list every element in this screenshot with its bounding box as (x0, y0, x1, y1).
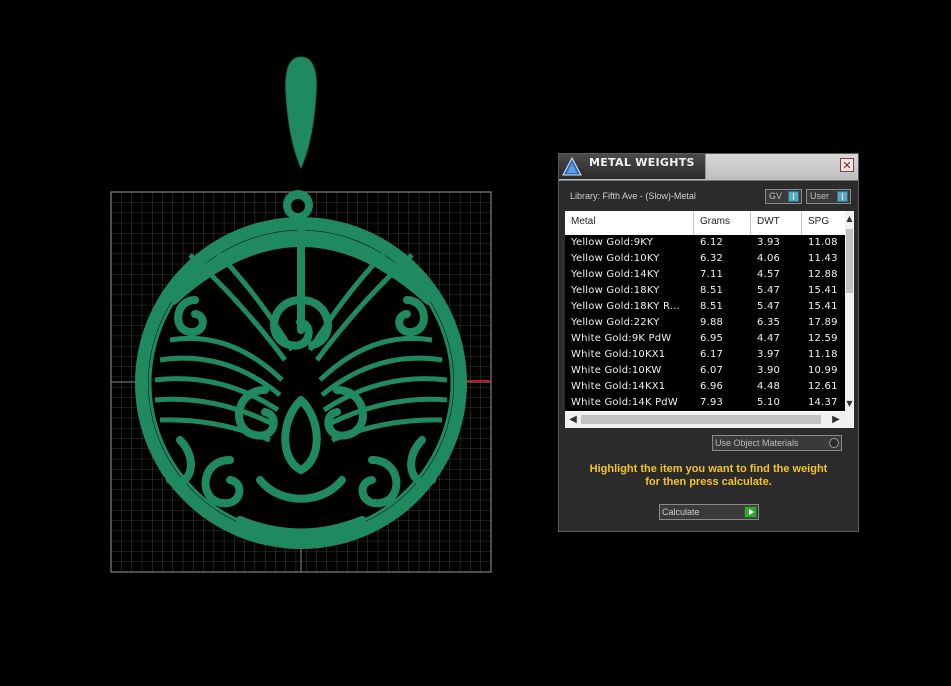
metal-cell: White Gold:14KX1 (571, 381, 666, 392)
grams-cell: 6.95 (700, 333, 724, 344)
dwt-cell: 6.35 (757, 317, 781, 328)
dwt-cell: 5.10 (757, 397, 781, 408)
horizontal-scrollbar[interactable]: ◀ ▶ (565, 412, 854, 428)
metal-cell: Yellow Gold:14KY (571, 269, 660, 280)
library-label: Library: Fifth Ave - (Slow)-Metal (570, 191, 696, 201)
spg-cell: 12.59 (808, 333, 838, 344)
spg-cell: 14.37 (808, 397, 838, 408)
metal-cell: White Gold:9K PdW (571, 333, 672, 344)
metal-cell: Yellow Gold:22KY (571, 317, 660, 328)
use-object-materials-label: Use Object Materials (715, 438, 799, 448)
dwt-cell: 5.47 (757, 301, 781, 312)
gv-dropdown[interactable]: GV (765, 189, 802, 204)
close-icon: ✕ (842, 159, 852, 172)
column-header-grams[interactable]: Grams (700, 216, 730, 227)
scroll-down-icon[interactable]: ▼ (845, 398, 854, 410)
calculate-button[interactable]: Calculate (659, 504, 759, 520)
spg-cell: 15.41 (808, 301, 838, 312)
user-label: User (810, 191, 830, 201)
metal-cell: Yellow Gold:10KY (571, 253, 660, 264)
radio-icon[interactable] (829, 438, 839, 448)
use-object-materials-toggle[interactable]: Use Object Materials (712, 435, 842, 451)
instruction-line-1: Highlight the item you want to find the … (589, 463, 828, 475)
calculate-label: Calculate (662, 507, 700, 517)
scroll-up-icon[interactable]: ▲ (845, 213, 854, 225)
horizontal-scroll-thumb[interactable] (581, 415, 821, 424)
table-row[interactable]: White Gold:10KX1 6.17 3.97 11.18 (565, 347, 845, 363)
grams-cell: 6.17 (700, 349, 724, 360)
grams-cell: 8.51 (700, 285, 724, 296)
table-row[interactable]: White Gold:14K PdW 7.93 5.10 14.37 (565, 395, 845, 411)
column-header-spg[interactable]: SPG (808, 216, 829, 227)
table-row[interactable]: Yellow Gold:18KY R... 8.51 5.47 15.41 (565, 299, 845, 315)
metal-table: Metal Grams DWT SPG Yellow Gold:9KY 6.12 3… (565, 211, 854, 428)
spg-cell: 12.61 (808, 381, 838, 392)
dropdown-arrow-icon (788, 191, 799, 202)
dwt-cell: 4.06 (757, 253, 781, 264)
grams-cell: 6.12 (700, 237, 724, 248)
table-row[interactable]: White Gold:10KW 6.07 3.90 10.99 (565, 363, 845, 379)
scroll-left-icon[interactable]: ◀ (567, 413, 579, 427)
metal-cell: White Gold:10KW (571, 365, 662, 376)
grams-cell: 8.51 (700, 301, 724, 312)
table-row[interactable]: Yellow Gold:22KY 9.88 6.35 17.89 (565, 315, 845, 331)
play-icon (744, 506, 757, 518)
title-tab: METAL WEIGHTS (559, 154, 706, 179)
table-row[interactable]: Yellow Gold:10KY 6.32 4.06 11.43 (565, 251, 845, 267)
instruction-text: Highlight the item you want to find the … (559, 463, 858, 489)
table-header: Metal Grams DWT SPG (565, 211, 845, 233)
table-row[interactable]: White Gold:9K PdW 6.95 4.47 12.59 (565, 331, 845, 347)
grams-cell: 7.11 (700, 269, 724, 280)
metal-cell: Yellow Gold:18KY R... (571, 301, 680, 312)
spg-cell: 15.41 (808, 285, 838, 296)
table-row[interactable]: Yellow Gold:9KY 6.12 3.93 11.08 (565, 235, 845, 251)
table-row[interactable]: White Gold:14KX1 6.96 4.48 12.61 (565, 379, 845, 395)
spg-cell: 11.18 (808, 349, 838, 360)
spg-cell: 10.99 (808, 365, 838, 376)
grams-cell: 6.07 (700, 365, 724, 376)
dwt-cell: 3.90 (757, 365, 781, 376)
dwt-cell: 3.93 (757, 237, 781, 248)
vertical-scrollbar[interactable]: ▲ ▼ (845, 211, 854, 412)
grams-cell: 6.32 (700, 253, 724, 264)
dwt-cell: 5.47 (757, 285, 781, 296)
column-header-metal[interactable]: Metal (571, 216, 595, 227)
dwt-cell: 4.47 (757, 333, 781, 344)
scroll-right-icon[interactable]: ▶ (830, 413, 842, 427)
grams-cell: 6.96 (700, 381, 724, 392)
spg-cell: 17.89 (808, 317, 838, 328)
dwt-cell: 3.97 (757, 349, 781, 360)
table-body: Yellow Gold:9KY 6.12 3.93 11.08 Yellow Gold:… (565, 235, 845, 411)
vertical-scroll-thumb[interactable] (846, 229, 853, 293)
spg-cell: 12.88 (808, 269, 838, 280)
column-header-dwt[interactable]: DWT (757, 216, 780, 227)
metal-weights-panel: METAL WEIGHTS ✕ Library: Fifth Ave - (Sl… (558, 153, 859, 532)
metal-cell: Yellow Gold:9KY (571, 237, 653, 248)
gv-label: GV (769, 191, 783, 201)
metal-cell: Yellow Gold:18KY (571, 285, 660, 296)
grams-cell: 9.88 (700, 317, 724, 328)
dropdown-arrow-icon (837, 191, 848, 202)
bail-model[interactable] (285, 56, 317, 170)
close-button[interactable]: ✕ (840, 158, 854, 172)
dwt-cell: 4.57 (757, 269, 781, 280)
metal-cell: White Gold:14K PdW (571, 397, 678, 408)
panel-title: METAL WEIGHTS (589, 156, 695, 169)
spg-cell: 11.08 (808, 237, 838, 248)
dwt-cell: 4.48 (757, 381, 781, 392)
user-dropdown[interactable]: User (806, 189, 851, 204)
metal-cell: White Gold:10KX1 (571, 349, 666, 360)
spg-cell: 11.43 (808, 253, 838, 264)
triangle-logo-icon (562, 156, 582, 176)
grams-cell: 7.93 (700, 397, 724, 408)
table-row[interactable]: Yellow Gold:18KY 8.51 5.47 15.41 (565, 283, 845, 299)
instruction-line-2: for then press calculate. (645, 476, 772, 488)
table-row[interactable]: Yellow Gold:14KY 7.11 4.57 12.88 (565, 267, 845, 283)
panel-titlebar[interactable]: METAL WEIGHTS ✕ (559, 154, 858, 181)
